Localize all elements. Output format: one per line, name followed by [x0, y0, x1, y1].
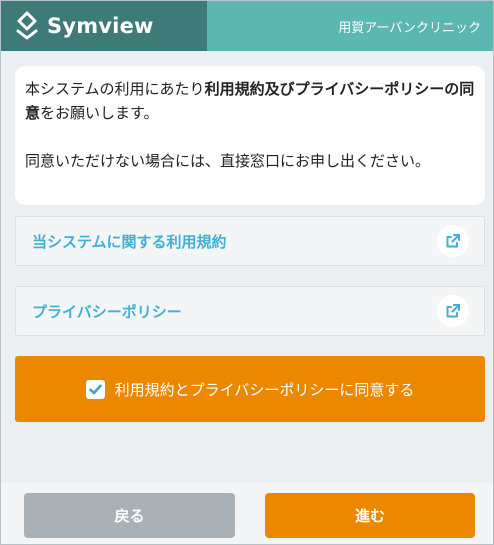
consent-message-text: 本システムの利用にあたり [25, 80, 205, 98]
app-frame: Symview 用賀アーバンクリニック 本システムの利用にあたり利用規約及びプラ… [0, 0, 494, 545]
app-header: Symview 用賀アーバンクリニック [1, 1, 493, 51]
terms-of-use-link[interactable]: 当システムに関する利用規約 [15, 216, 485, 266]
symview-logo-icon [16, 11, 38, 40]
agree-checkbox[interactable] [85, 379, 105, 399]
terms-of-use-label: 当システムに関する利用規約 [32, 232, 227, 251]
consent-message-card: 本システムの利用にあたり利用規約及びプライバシーポリシーの同意をお願いします。 … [15, 66, 485, 205]
privacy-policy-label: プライバシーポリシー [32, 302, 182, 321]
consent-message-text-end: をお願いします。 [40, 104, 159, 122]
next-button[interactable]: 進む [265, 493, 475, 538]
brand: Symview [1, 1, 207, 51]
footer-bar: 戻る 進む [1, 483, 493, 544]
external-link-icon [446, 304, 460, 318]
clinic-banner: 用賀アーバンクリニック [207, 1, 493, 51]
terms-external-button[interactable] [437, 225, 469, 257]
privacy-policy-link[interactable]: プライバシーポリシー [15, 286, 485, 336]
consent-message-primary: 本システムの利用にあたり利用規約及びプライバシーポリシーの同意をお願いします。 [25, 77, 475, 125]
clinic-name: 用賀アーバンクリニック [338, 20, 481, 36]
check-icon [88, 384, 102, 394]
agree-label: 利用規約とプライバシーポリシーに同意する [114, 380, 415, 399]
back-button[interactable]: 戻る [24, 493, 235, 538]
privacy-external-button[interactable] [437, 295, 469, 327]
brand-name: Symview [47, 14, 154, 38]
consent-message-secondary: 同意いただけない場合には、直接窓口にお申し出ください。 [25, 152, 431, 170]
external-link-icon [446, 234, 460, 248]
agree-checkbox-row[interactable]: 利用規約とプライバシーポリシーに同意する [15, 356, 485, 422]
